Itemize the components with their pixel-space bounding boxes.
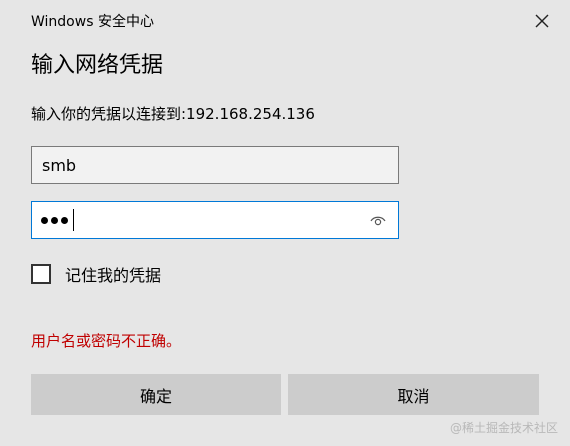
cancel-button[interactable]: 取消 bbox=[288, 374, 539, 415]
watermark: @稀土掘金技术社区 bbox=[449, 421, 558, 435]
window-title: Windows 安全中心 bbox=[31, 14, 154, 30]
eye-icon bbox=[370, 216, 386, 226]
password-dot bbox=[51, 216, 58, 224]
close-icon bbox=[535, 14, 549, 28]
ok-button[interactable]: 确定 bbox=[31, 374, 281, 415]
password-dot bbox=[61, 216, 68, 224]
text-caret bbox=[73, 209, 74, 231]
connection-prompt: 输入你的凭据以连接到:192.168.254.136 bbox=[31, 105, 315, 123]
error-message: 用户名或密码不正确。 bbox=[31, 332, 182, 350]
username-input[interactable] bbox=[32, 147, 398, 183]
credential-dialog: Windows 安全中心 输入网络凭据 输入你的凭据以连接到:192.168.2… bbox=[0, 0, 570, 446]
password-field[interactable] bbox=[31, 201, 399, 239]
close-button[interactable] bbox=[525, 6, 559, 36]
username-field[interactable] bbox=[31, 146, 399, 184]
password-mask bbox=[32, 209, 74, 231]
remember-label: 记住我的凭据 bbox=[65, 266, 162, 285]
reveal-password-button[interactable] bbox=[370, 213, 386, 227]
password-dot bbox=[41, 216, 48, 224]
remember-credentials[interactable]: 记住我的凭据 bbox=[31, 262, 161, 286]
dialog-heading: 输入网络凭据 bbox=[31, 53, 164, 78]
remember-checkbox[interactable] bbox=[31, 264, 51, 284]
